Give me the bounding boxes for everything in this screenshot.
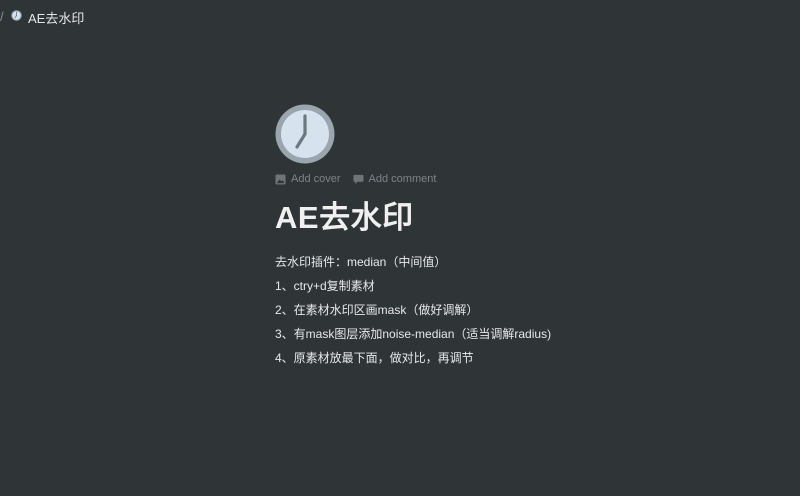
text-block[interactable]: 4、原素材放最下面，做对比，再调节 bbox=[275, 346, 551, 370]
add-comment-label: Add comment bbox=[368, 173, 437, 185]
text-block[interactable]: 1、ctry+d复制素材 bbox=[275, 274, 551, 298]
text-block[interactable]: 2、在素材水印区画mask（做好调解） bbox=[275, 298, 551, 322]
breadcrumb-page-title[interactable]: AE去水印 bbox=[28, 8, 84, 27]
page-title[interactable]: AE去水印 bbox=[275, 192, 414, 237]
image-icon bbox=[275, 173, 286, 185]
add-cover-label: Add cover bbox=[291, 173, 341, 185]
text-block[interactable]: 去水印插件：median（中间值） bbox=[275, 250, 551, 274]
comment-icon bbox=[352, 174, 364, 184]
page-body: 去水印插件：median（中间值） 1、ctry+d复制素材 2、在素材水印区画… bbox=[275, 250, 551, 370]
add-cover-button[interactable]: Add cover bbox=[275, 173, 341, 185]
page-controls: Add cover Add comment bbox=[275, 173, 436, 185]
top-bar: / AE去水印 bbox=[0, 0, 800, 32]
add-comment-button[interactable]: Add comment bbox=[352, 173, 437, 185]
clock-icon[interactable] bbox=[275, 104, 335, 164]
clock-icon[interactable] bbox=[11, 10, 22, 21]
text-block[interactable]: 3、有mask图层添加noise-median（适当调解radius) bbox=[275, 322, 551, 346]
breadcrumb-separator: / bbox=[0, 9, 4, 24]
